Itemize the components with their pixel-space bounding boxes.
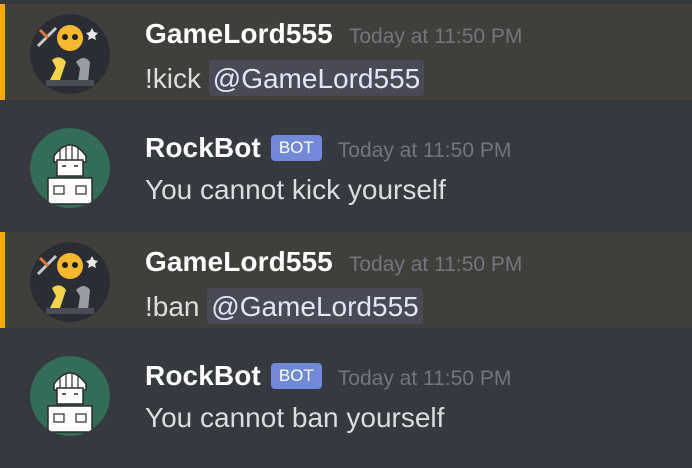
message-item: RockBot BOT Today at 11:50 PM You cannot… <box>0 118 692 218</box>
command-text: !kick <box>145 63 201 94</box>
bot-tag: BOT <box>270 363 322 389</box>
username[interactable]: GameLord555 <box>145 18 333 50</box>
username[interactable]: GameLord555 <box>145 246 333 278</box>
avatar[interactable] <box>30 242 110 322</box>
message-item: GameLord555 Today at 11:50 PM !ban @Game… <box>0 232 692 328</box>
username[interactable]: RockBot <box>145 360 261 392</box>
bot-tag: BOT <box>270 135 322 161</box>
rockbot-avatar-icon <box>30 356 110 436</box>
message-content: You cannot kick yourself <box>145 174 446 205</box>
message-item: RockBot BOT Today at 11:50 PM You cannot… <box>0 346 692 456</box>
gamelord-avatar-icon <box>30 14 110 94</box>
chat-messages: GameLord555 Today at 11:50 PM !kick @Gam… <box>0 0 692 468</box>
avatar[interactable] <box>30 14 110 94</box>
timestamp: Today at 11:50 PM <box>337 139 512 162</box>
avatar[interactable] <box>30 128 110 208</box>
timestamp: Today at 11:50 PM <box>348 253 523 276</box>
command-text: !ban <box>145 291 200 322</box>
message-content: !ban @GameLord555 <box>145 288 423 324</box>
message-content: You cannot ban yourself <box>145 402 445 433</box>
timestamp: Today at 11:50 PM <box>337 367 512 390</box>
rockbot-avatar-icon <box>30 128 110 208</box>
username[interactable]: RockBot <box>145 132 261 164</box>
message-item: GameLord555 Today at 11:50 PM !kick @Gam… <box>0 4 692 100</box>
gamelord-avatar-icon <box>30 242 110 322</box>
timestamp: Today at 11:50 PM <box>348 25 523 48</box>
user-mention[interactable]: @GameLord555 <box>207 288 423 324</box>
user-mention[interactable]: @GameLord555 <box>208 60 425 96</box>
avatar[interactable] <box>30 356 110 436</box>
message-content: !kick @GameLord555 <box>145 60 425 96</box>
